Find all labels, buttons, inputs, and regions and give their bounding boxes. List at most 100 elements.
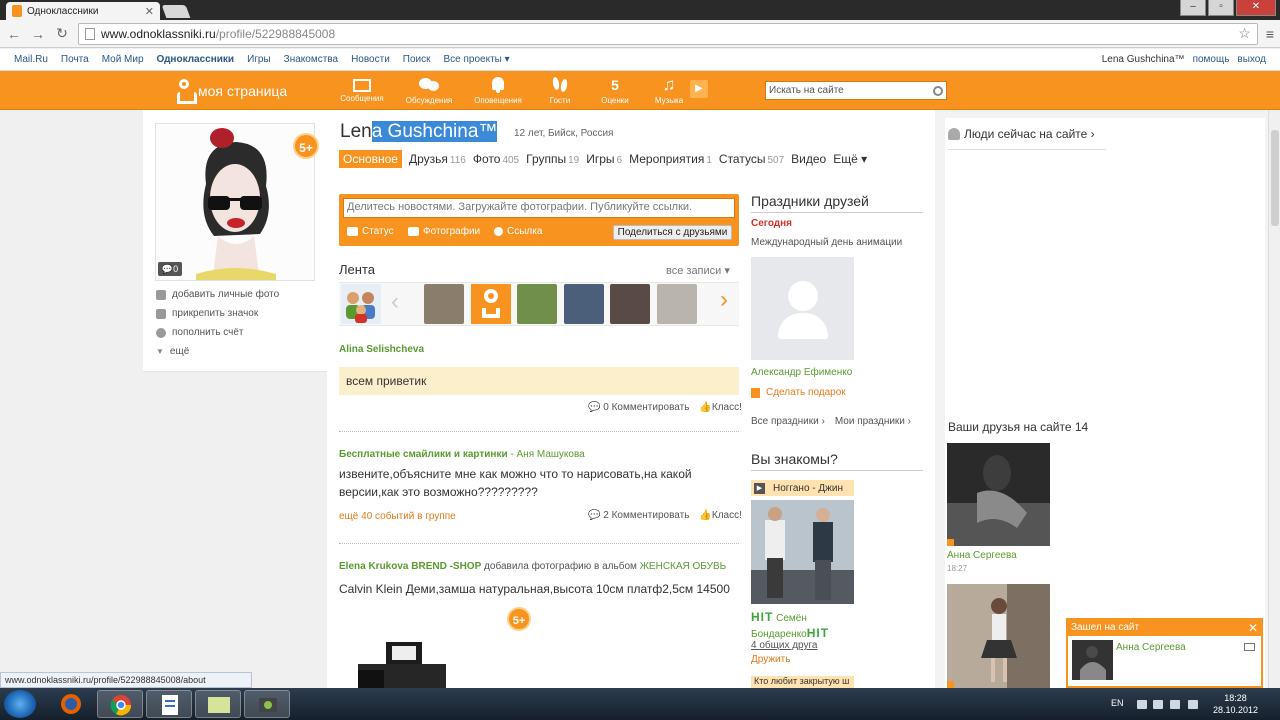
tray-arrow-icon[interactable] bbox=[1137, 700, 1147, 709]
toolbar-music[interactable]: ♫ Музыка bbox=[644, 76, 694, 106]
tab-events[interactable]: Мероприятия 1 bbox=[629, 152, 712, 166]
forward-icon[interactable]: → bbox=[30, 26, 46, 42]
online-friend-photo[interactable] bbox=[947, 443, 1050, 546]
post1-like-button[interactable]: 👍Класс! bbox=[699, 402, 741, 413]
share-link-button[interactable]: Ссылка bbox=[494, 226, 542, 237]
maximize-icon[interactable]: ▫ bbox=[1208, 0, 1234, 16]
portal-username[interactable]: Lena Gushchina™ bbox=[1102, 54, 1185, 65]
notification-avatar[interactable] bbox=[1072, 640, 1113, 680]
notes-taskbar-icon[interactable] bbox=[195, 690, 241, 718]
tray-flag-icon[interactable] bbox=[1153, 700, 1163, 709]
tab-photos[interactable]: Фото 405 bbox=[473, 152, 519, 166]
post1-author[interactable]: Alina Selishcheva bbox=[339, 344, 424, 355]
post3-photo[interactable] bbox=[358, 640, 446, 688]
notification-friend-name[interactable]: Анна Сергеева bbox=[1116, 642, 1186, 653]
post3-author-link[interactable]: Elena Krukova BREND -SHOP bbox=[339, 561, 481, 572]
bookmark-star-icon[interactable]: ☆ bbox=[1238, 25, 1251, 42]
tray-network-icon[interactable] bbox=[1170, 700, 1180, 709]
friend-avatar-placeholder[interactable] bbox=[751, 257, 854, 360]
music-track-row[interactable]: ▶ Ноггано - Джин bbox=[751, 480, 854, 496]
portal-link-all-projects[interactable]: Все проекты ▾ bbox=[444, 54, 510, 65]
feed-filter-user-thumb[interactable] bbox=[610, 284, 650, 324]
attach-badge-link[interactable]: прикрепить значок bbox=[156, 308, 258, 319]
tab-friends[interactable]: Друзья 116 bbox=[409, 152, 466, 166]
vip-five-plus-badge[interactable]: 5+ bbox=[293, 133, 319, 159]
post2-author-link[interactable]: Аня Машукова bbox=[517, 449, 585, 460]
post3-album-link[interactable]: ЖЕНСКАЯ ОБУВЬ bbox=[640, 561, 727, 572]
feed-filter-friends[interactable] bbox=[341, 284, 381, 324]
tab-more[interactable]: Ещё ▾ bbox=[833, 152, 867, 166]
feed-filter-user-thumb[interactable] bbox=[517, 284, 557, 324]
site-search-input[interactable]: Искать на сайте bbox=[765, 81, 947, 100]
back-icon[interactable]: ← bbox=[6, 26, 22, 42]
search-icon[interactable] bbox=[933, 85, 943, 96]
firefox-taskbar-icon[interactable] bbox=[48, 690, 94, 718]
close-window-icon[interactable]: ✕ bbox=[1236, 0, 1276, 16]
people-online-link[interactable]: Люди сейчас на сайте › bbox=[948, 127, 1095, 141]
share-photos-button[interactable]: Фотографии bbox=[408, 226, 480, 237]
browser-tab[interactable]: Одноклассники ✕ bbox=[6, 2, 160, 20]
tab-video[interactable]: Видео bbox=[791, 152, 826, 166]
suggested-friend-name[interactable]: HIT Семён БондаренкоHIT bbox=[751, 610, 871, 642]
minimize-icon[interactable]: – bbox=[1180, 0, 1206, 16]
profile-avatar[interactable] bbox=[155, 123, 315, 281]
feed-filter-ok-icon[interactable] bbox=[471, 284, 511, 324]
tab-groups[interactable]: Группы 19 bbox=[526, 152, 579, 166]
send-message-icon[interactable] bbox=[1244, 643, 1255, 651]
play-icon[interactable]: ▶ bbox=[754, 482, 765, 494]
strip-prev-arrow-icon[interactable]: ‹ bbox=[391, 288, 399, 316]
add-photo-link[interactable]: добавить личные фото bbox=[156, 289, 279, 300]
portal-link-games[interactable]: Игры bbox=[247, 54, 271, 65]
my-holidays-link[interactable]: Мои праздники › bbox=[835, 416, 911, 427]
make-gift-link[interactable]: Сделать подарок bbox=[751, 387, 846, 398]
share-with-friends-button[interactable]: Поделиться с друзьями bbox=[613, 225, 732, 240]
portal-link-moymir[interactable]: Мой Мир bbox=[102, 54, 144, 65]
portal-link-dating[interactable]: Знакомства bbox=[284, 54, 338, 65]
portal-link-news[interactable]: Новости bbox=[351, 54, 390, 65]
tab-games[interactable]: Игры 6 bbox=[586, 152, 622, 166]
top-up-balance-link[interactable]: пополнить счёт bbox=[156, 327, 243, 338]
befriend-button[interactable]: Дружить bbox=[751, 654, 790, 665]
toolbar-notifications[interactable]: Оповещения bbox=[473, 76, 523, 105]
logout-link[interactable]: выход bbox=[1237, 54, 1266, 65]
notification-close-icon[interactable]: ✕ bbox=[1248, 622, 1258, 634]
toolbar-messages[interactable]: Сообщения bbox=[337, 76, 387, 103]
new-tab-button[interactable] bbox=[161, 5, 191, 18]
page-scrollbar[interactable] bbox=[1268, 110, 1280, 688]
toolbar-ratings[interactable]: 5 Оценки bbox=[590, 76, 640, 105]
suggested-friend-photo[interactable] bbox=[751, 500, 854, 604]
tab-statuses[interactable]: Статусы 507 bbox=[719, 152, 784, 166]
post3-rate-badge[interactable]: 5+ bbox=[507, 607, 531, 631]
holiday-friend-name[interactable]: Александр Ефименко bbox=[751, 367, 852, 378]
help-link[interactable]: помощь bbox=[1193, 54, 1230, 65]
toolbar-guests[interactable]: Гости bbox=[535, 76, 585, 105]
post1-comment-button[interactable]: 💬 0 Комментировать bbox=[588, 402, 689, 413]
language-indicator[interactable]: EN bbox=[1111, 698, 1124, 708]
toolbar-discussions[interactable]: Обсуждения bbox=[404, 76, 454, 105]
browser-menu-icon[interactable]: ≡ bbox=[1266, 26, 1274, 42]
all-holidays-link[interactable]: Все праздники › bbox=[751, 416, 825, 427]
strip-next-arrow-icon[interactable]: › bbox=[720, 286, 728, 314]
feed-filter-user-thumb[interactable] bbox=[424, 284, 464, 324]
mutual-friends-link[interactable]: 4 общих друга bbox=[751, 640, 818, 651]
scrollbar-thumb[interactable] bbox=[1271, 130, 1279, 226]
online-friend-photo[interactable] bbox=[947, 584, 1050, 688]
url-input[interactable]: www.odnoklassniki.ru/profile/52298884500… bbox=[78, 22, 1258, 45]
share-status-button[interactable]: Статус bbox=[347, 226, 394, 237]
my-page-logo[interactable]: моя страница bbox=[176, 79, 287, 103]
feed-filter-user-thumb[interactable] bbox=[564, 284, 604, 324]
feed-filter-user-thumb[interactable] bbox=[657, 284, 697, 324]
tab-main[interactable]: Основное bbox=[339, 150, 402, 168]
portal-link-search[interactable]: Поиск bbox=[403, 54, 431, 65]
reload-icon[interactable]: ↻ bbox=[54, 25, 70, 42]
post2-like-button[interactable]: 👍Класс! bbox=[699, 510, 741, 521]
music-play-icon[interactable]: ▶ bbox=[690, 80, 708, 98]
tab-close-icon[interactable]: ✕ bbox=[145, 5, 154, 18]
more-group-events-link[interactable]: ещё 40 событий в группе bbox=[339, 511, 456, 522]
portal-link-mailru[interactable]: Mail.Ru bbox=[14, 54, 48, 65]
chrome-taskbar-icon[interactable] bbox=[97, 690, 143, 718]
portal-link-odnoklassniki[interactable]: Одноклассники bbox=[157, 54, 235, 65]
share-input[interactable]: Делитесь новостями. Загружайте фотографи… bbox=[343, 198, 735, 218]
avatar-comment-count[interactable]: 💬0 bbox=[158, 262, 182, 276]
camera-app-taskbar-icon[interactable] bbox=[244, 690, 290, 718]
